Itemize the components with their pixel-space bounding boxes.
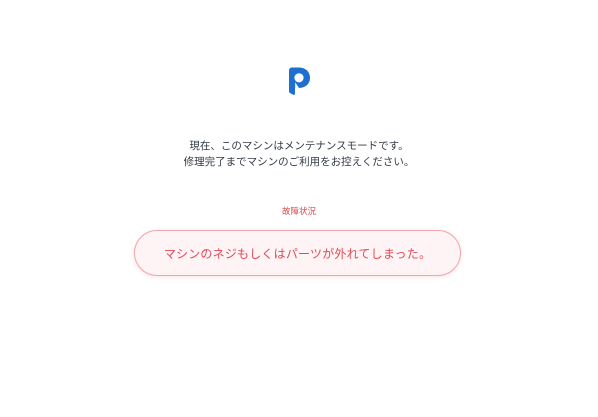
maintenance-message: 現在、このマシンはメンテナンスモードです。 修理完了までマシンのご利用をお控えく…: [0, 138, 598, 170]
app-logo-icon: [286, 66, 312, 96]
failure-status-label: 故障状況: [281, 207, 316, 217]
maintenance-page: 現在、このマシンはメンテナンスモードです。 修理完了までマシンのご利用をお控えく…: [0, 0, 598, 417]
maintenance-message-line-1: 現在、このマシンはメンテナンスモードです。: [189, 140, 409, 152]
maintenance-message-line-2: 修理完了までマシンのご利用をお控えください。: [183, 156, 415, 168]
failure-status-text: マシンのネジもしくはパーツが外れてしまった。: [163, 246, 432, 261]
failure-status-box: マシンのネジもしくはパーツが外れてしまった。: [134, 230, 461, 276]
